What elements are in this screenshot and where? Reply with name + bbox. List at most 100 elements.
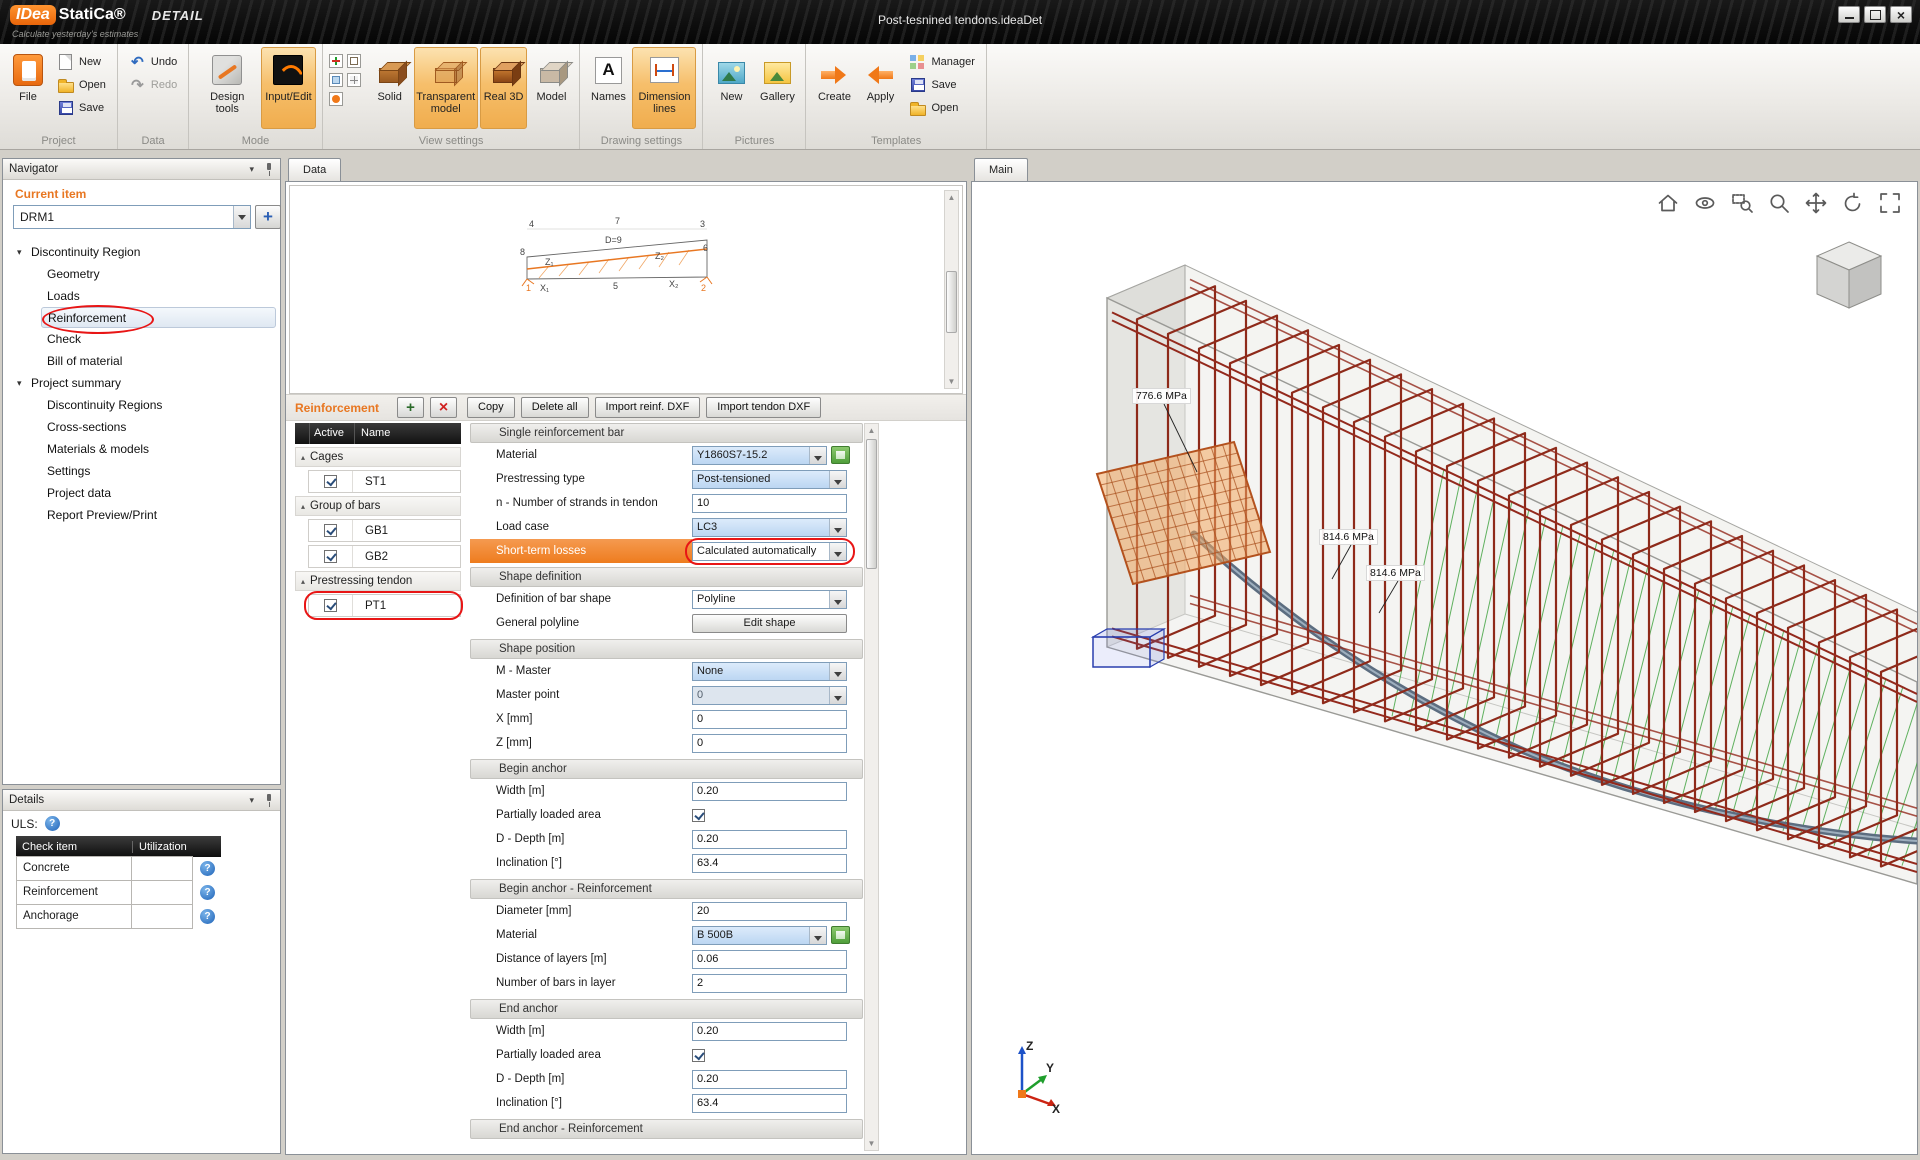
toolbar-button-import-reinf-dxf[interactable]: Import reinf. DXF <box>594 397 701 418</box>
grid-row-pt1[interactable]: PT1 <box>304 591 463 620</box>
checkbox-partially-loaded-area[interactable] <box>692 808 705 822</box>
pin-icon[interactable] <box>264 793 274 808</box>
ribbon-button-dimension-lines[interactable]: Dimension lines <box>632 47 697 129</box>
ribbon-button-transparent-model[interactable]: Transparent model <box>413 47 478 129</box>
mini-plane-icon[interactable] <box>328 73 343 87</box>
ribbon-button-new[interactable]: New <box>709 47 753 129</box>
add-item-button[interactable] <box>255 205 281 229</box>
add-reinforcement-button[interactable] <box>397 397 424 418</box>
dropdown-m-master[interactable]: None <box>692 661 847 681</box>
collapse-icon[interactable]: ▾ <box>249 164 254 175</box>
delete-reinforcement-button[interactable] <box>430 397 457 418</box>
mini-grid-icon[interactable] <box>346 73 361 87</box>
nav-item-materials-models[interactable]: Materials & models <box>7 438 276 460</box>
expand-arrow-icon[interactable]: ▾ <box>17 378 31 389</box>
active-checkbox[interactable] <box>324 599 337 612</box>
help-icon[interactable] <box>200 909 215 924</box>
grid-row-gb1[interactable]: GB1 <box>308 519 461 542</box>
input-d-depth-m[interactable] <box>692 829 847 849</box>
nav-item-project-summary[interactable]: ▾ Project summary <box>7 372 276 394</box>
scrollbar-thumb[interactable] <box>946 271 957 333</box>
support-plate[interactable] <box>1090 627 1167 669</box>
collapse-arrow-icon[interactable]: ▴ <box>296 453 310 462</box>
ribbon-button-open[interactable]: Open <box>52 75 111 95</box>
mini-axes-icon[interactable] <box>328 54 343 68</box>
nav-item-bill-of-material[interactable]: Bill of material <box>7 350 276 372</box>
pin-icon[interactable] <box>264 162 274 177</box>
nav-item-settings[interactable]: Settings <box>7 460 276 482</box>
grid-row-gb2[interactable]: GB2 <box>308 545 461 568</box>
expand-arrow-icon[interactable]: ▾ <box>17 247 31 258</box>
input-d-depth-m[interactable] <box>692 1069 847 1089</box>
view-cube[interactable] <box>1815 241 1883 309</box>
dropdown-material[interactable]: B 500B <box>692 925 827 945</box>
active-checkbox[interactable] <box>324 524 337 537</box>
collapse-arrow-icon[interactable]: ▴ <box>296 502 310 511</box>
ribbon-button-open[interactable]: Open <box>904 98 979 118</box>
pan-icon[interactable] <box>1803 190 1829 216</box>
ribbon-button-real-3d[interactable]: Real 3D <box>479 47 528 129</box>
input-n-number-of-strands-in-tendon[interactable] <box>692 493 847 513</box>
properties-scrollbar[interactable]: ▲ ▼ <box>864 423 879 1151</box>
tab-data[interactable]: Data <box>288 158 342 181</box>
input-inclination[interactable] <box>692 853 847 873</box>
orbit-icon[interactable] <box>1692 190 1718 216</box>
nav-item-discontinuity-region[interactable]: ▾ Discontinuity Region <box>7 241 276 263</box>
help-icon[interactable] <box>44 816 60 831</box>
diagram-scrollbar[interactable]: ▲ ▼ <box>944 190 959 389</box>
home-icon[interactable] <box>1655 190 1681 216</box>
rotate-icon[interactable] <box>1840 190 1866 216</box>
collapse-arrow-icon[interactable]: ▴ <box>296 577 310 586</box>
dropdown-short-term-losses[interactable]: Calculated automatically <box>692 541 847 561</box>
active-checkbox[interactable] <box>324 475 337 488</box>
dropdown-load-case[interactable]: LC3 <box>692 517 847 537</box>
ribbon-button-save[interactable]: Save <box>52 98 111 118</box>
nav-item-project-data[interactable]: Project data <box>7 482 276 504</box>
dropdown-master-point[interactable]: 0 <box>692 685 847 705</box>
fullscreen-icon[interactable] <box>1877 190 1903 216</box>
ribbon-button-new[interactable]: New <box>52 52 111 72</box>
grid-group-group-of-bars[interactable]: ▴ Group of bars <box>295 496 461 516</box>
input-distance-of-layers-m[interactable] <box>692 949 847 969</box>
ribbon-button-manager[interactable]: Manager <box>904 52 979 72</box>
ribbon-button-design-tools[interactable]: Design tools <box>195 47 259 129</box>
grid-group-prestressing-tendon[interactable]: ▴ Prestressing tendon <box>295 571 461 591</box>
input-diameter-mm[interactable] <box>692 901 847 921</box>
edit-material-button[interactable] <box>831 926 850 944</box>
ribbon-button-save[interactable]: Save <box>904 75 979 95</box>
dropdown-prestressing-type[interactable]: Post-tensioned <box>692 469 847 489</box>
input-x-mm[interactable] <box>692 709 847 729</box>
toolbar-button-import-tendon-dxf[interactable]: Import tendon DXF <box>706 397 822 418</box>
zoom-window-icon[interactable] <box>1729 190 1755 216</box>
ribbon-button-input-edit[interactable]: Input/Edit <box>261 47 316 129</box>
grid-group-cages[interactable]: ▴ Cages <box>295 447 461 467</box>
zoom-icon[interactable] <box>1766 190 1792 216</box>
maximize-button[interactable] <box>1864 6 1886 23</box>
edit-material-button[interactable] <box>831 446 850 464</box>
nav-item-discontinuity-regions[interactable]: Discontinuity Regions <box>7 394 276 416</box>
grid-row-st1[interactable]: ST1 <box>308 470 461 493</box>
tab-main[interactable]: Main <box>974 158 1028 181</box>
3d-viewport[interactable]: 776.6 MPa 814.6 MPa 814.6 MPa Z Y X <box>972 182 1917 1154</box>
nav-item-reinforcement[interactable]: Reinforcement <box>41 305 276 334</box>
dropdown-material[interactable]: Y1860S7-15.2 <box>692 445 827 465</box>
ribbon-button-gallery[interactable]: Gallery <box>755 47 799 129</box>
dropdown-definition-of-bar-shape[interactable]: Polyline <box>692 589 847 609</box>
current-item-dropdown[interactable]: DRM1 <box>13 205 251 229</box>
nav-item-report-preview-print[interactable]: Report Preview/Print <box>7 504 276 526</box>
minimize-button[interactable] <box>1838 6 1860 23</box>
input-inclination[interactable] <box>692 1093 847 1113</box>
nav-item-geometry[interactable]: Geometry <box>7 263 276 285</box>
ribbon-button-apply[interactable]: Apply <box>858 47 902 129</box>
ribbon-button-names[interactable]: Names <box>586 47 630 129</box>
button-edit-shape[interactable]: Edit shape <box>692 613 847 633</box>
ribbon-button-create[interactable]: Create <box>812 47 856 129</box>
input-number-of-bars-in-layer[interactable] <box>692 973 847 993</box>
toolbar-button-copy[interactable]: Copy <box>467 397 515 418</box>
toolbar-button-delete-all[interactable]: Delete all <box>520 397 589 418</box>
scrollbar-thumb[interactable] <box>866 439 877 569</box>
collapse-icon[interactable]: ▾ <box>249 795 254 806</box>
nav-item-check[interactable]: Check <box>7 328 276 350</box>
nav-item-cross-sections[interactable]: Cross-sections <box>7 416 276 438</box>
ribbon-button-undo[interactable]: Undo <box>124 52 182 72</box>
